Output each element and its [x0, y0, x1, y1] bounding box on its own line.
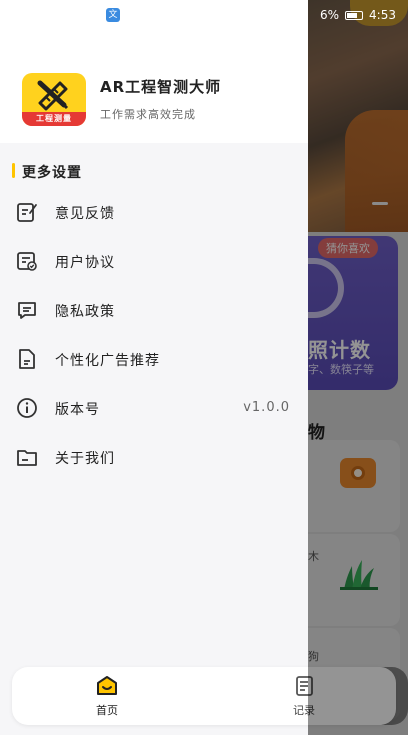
side-drawer: 工程测量 AR工程智测大师 工作需求高效完成 更多设置 意见反馈 用户协议 隐私…: [0, 0, 308, 735]
menu-item-ad-recommend[interactable]: 个性化广告推荐: [0, 337, 308, 381]
menu-label-about-us: 关于我们: [55, 451, 115, 467]
home-icon: [97, 676, 117, 695]
feedback-icon: [17, 203, 37, 222]
user-agreement-icon: [17, 252, 37, 271]
bottom-nav: 首页 记录: [12, 667, 408, 725]
tab-home[interactable]: 首页: [77, 673, 137, 721]
drawer-header: 工程测量 AR工程智测大师 工作需求高效完成: [0, 0, 308, 143]
notification-app-icon: 文: [106, 8, 120, 22]
app-logo: 工程测量: [22, 73, 86, 126]
battery-icon: [345, 10, 364, 20]
info-icon: [17, 398, 37, 418]
clock: 4:53: [369, 8, 396, 22]
privacy-policy-icon: [18, 302, 36, 319]
tab-home-label: 首页: [96, 704, 118, 717]
menu-item-about-us[interactable]: 关于我们: [0, 435, 308, 479]
version-number: v1.0.0: [243, 400, 290, 415]
ruler-pencil-icon: [37, 80, 69, 111]
status-bar: 6% 4:53: [320, 8, 396, 22]
section-accent-bar: [12, 163, 15, 178]
menu-item-privacy-policy[interactable]: 隐私政策: [0, 288, 308, 332]
section-title: 更多设置: [22, 165, 82, 181]
logo-text: 工程测量: [22, 112, 86, 126]
app-name: AR工程智测大师: [100, 78, 222, 96]
menu-label-user-agreement: 用户协议: [55, 255, 115, 271]
bottom-nav-scrim: [308, 667, 408, 725]
menu-item-user-agreement[interactable]: 用户协议: [0, 239, 308, 283]
menu-label-ad-recommend: 个性化广告推荐: [55, 353, 160, 369]
menu-label-feedback: 意见反馈: [55, 206, 115, 222]
menu-label-version: 版本号: [55, 402, 100, 418]
app-slogan: 工作需求高效完成: [100, 108, 196, 121]
menu-item-feedback[interactable]: 意见反馈: [0, 190, 308, 234]
folder-icon: [17, 450, 37, 466]
ad-recommend-icon: [19, 349, 35, 369]
menu-item-version[interactable]: 版本号 v1.0.0: [0, 386, 308, 430]
battery-percent: 6%: [320, 8, 340, 22]
menu-label-privacy-policy: 隐私政策: [55, 304, 115, 320]
